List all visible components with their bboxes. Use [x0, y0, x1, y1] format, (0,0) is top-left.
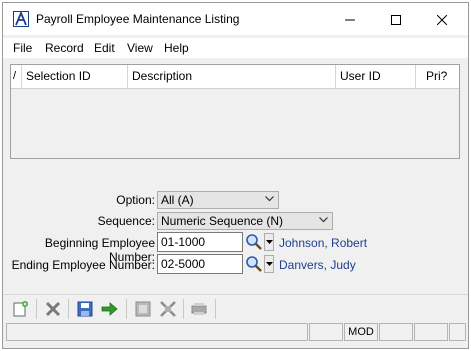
status-panel-blank	[379, 323, 413, 341]
toolbar-separator	[126, 299, 127, 319]
ending-employee-input[interactable]: 02-5000	[157, 254, 243, 274]
proceed-button[interactable]	[101, 300, 119, 318]
status-panel-blank	[309, 323, 343, 341]
magnifier-icon	[246, 234, 262, 250]
option-label: Option:	[116, 193, 155, 207]
column-header-selection-id[interactable]: Selection ID	[22, 65, 128, 88]
close-icon	[437, 14, 447, 25]
option-select[interactable]: All (A)	[157, 191, 279, 209]
main-window: Payroll Employee Maintenance Listing Fil…	[2, 2, 469, 349]
toolbar-separator	[183, 299, 184, 319]
menu-file[interactable]: File	[13, 41, 32, 55]
delete-icon	[45, 301, 61, 317]
chevron-down-icon	[265, 196, 274, 202]
sequence-select[interactable]: Numeric Sequence (N)	[157, 212, 333, 230]
new-record-button[interactable]	[12, 300, 30, 318]
grid-header: / Selection ID Description User ID Pri?	[11, 65, 459, 89]
column-header-pri[interactable]: Pri?	[416, 65, 459, 88]
chevron-down-icon	[319, 217, 328, 223]
toolbar-separator	[36, 299, 37, 319]
window-title: Payroll Employee Maintenance Listing	[36, 12, 240, 26]
column-header-check[interactable]: /	[11, 65, 22, 88]
ending-employee-name: Danvers, Judy	[279, 258, 356, 272]
close-button[interactable]	[419, 3, 465, 35]
selection-grid[interactable]: / Selection ID Description User ID Pri?	[10, 64, 460, 159]
beginning-employee-input[interactable]: 01-1000	[157, 232, 243, 252]
minimize-icon	[345, 19, 355, 21]
printer-button	[190, 300, 208, 318]
move-button	[159, 300, 177, 318]
sequence-value: Numeric Sequence (N)	[161, 214, 284, 228]
maximize-button[interactable]	[373, 3, 419, 35]
caret-down-icon	[266, 240, 273, 244]
beginning-employee-name: Johnson, Robert	[279, 236, 368, 250]
menu-record[interactable]: Record	[45, 41, 84, 55]
toolbar-separator	[215, 299, 216, 319]
status-mode: MOD	[344, 323, 378, 341]
caret-down-icon	[266, 262, 273, 266]
title-bar: Payroll Employee Maintenance Listing	[3, 3, 468, 35]
option-value: All (A)	[161, 193, 194, 207]
sequence-label: Sequence:	[97, 214, 155, 228]
beginning-dropdown-button[interactable]	[264, 233, 274, 251]
column-header-description[interactable]: Description	[128, 65, 336, 88]
app-logo-icon	[13, 11, 29, 27]
menu-bar: File Record Edit View Help	[3, 38, 468, 58]
beginning-lookup-button[interactable]	[245, 233, 263, 251]
minimize-button[interactable]	[327, 3, 373, 35]
save-icon	[77, 301, 93, 317]
maximize-icon	[391, 14, 401, 25]
save-button[interactable]	[76, 300, 94, 318]
magnifier-icon	[246, 256, 262, 272]
menu-help[interactable]: Help	[164, 41, 189, 55]
cross-arrows-icon	[160, 301, 176, 317]
status-message-panel	[6, 323, 308, 341]
toolbar	[3, 294, 468, 322]
resize-grip[interactable]	[449, 323, 466, 341]
ending-dropdown-button[interactable]	[264, 255, 274, 273]
menu-view[interactable]: View	[127, 41, 153, 55]
proceed-arrow-icon	[101, 302, 118, 316]
status-bar: MOD	[3, 323, 468, 342]
toolbar-separator	[68, 299, 69, 319]
menu-edit[interactable]: Edit	[94, 41, 115, 55]
printer-icon	[191, 303, 207, 315]
ending-lookup-button[interactable]	[245, 255, 263, 273]
status-panel-blank	[414, 323, 448, 341]
print-preview-button	[134, 300, 152, 318]
ending-employee-label: Ending Employee Number:	[11, 258, 155, 272]
delete-button[interactable]	[44, 300, 62, 318]
new-record-icon	[13, 301, 28, 317]
column-header-user-id[interactable]: User ID	[336, 65, 416, 88]
print-icon	[135, 301, 151, 317]
